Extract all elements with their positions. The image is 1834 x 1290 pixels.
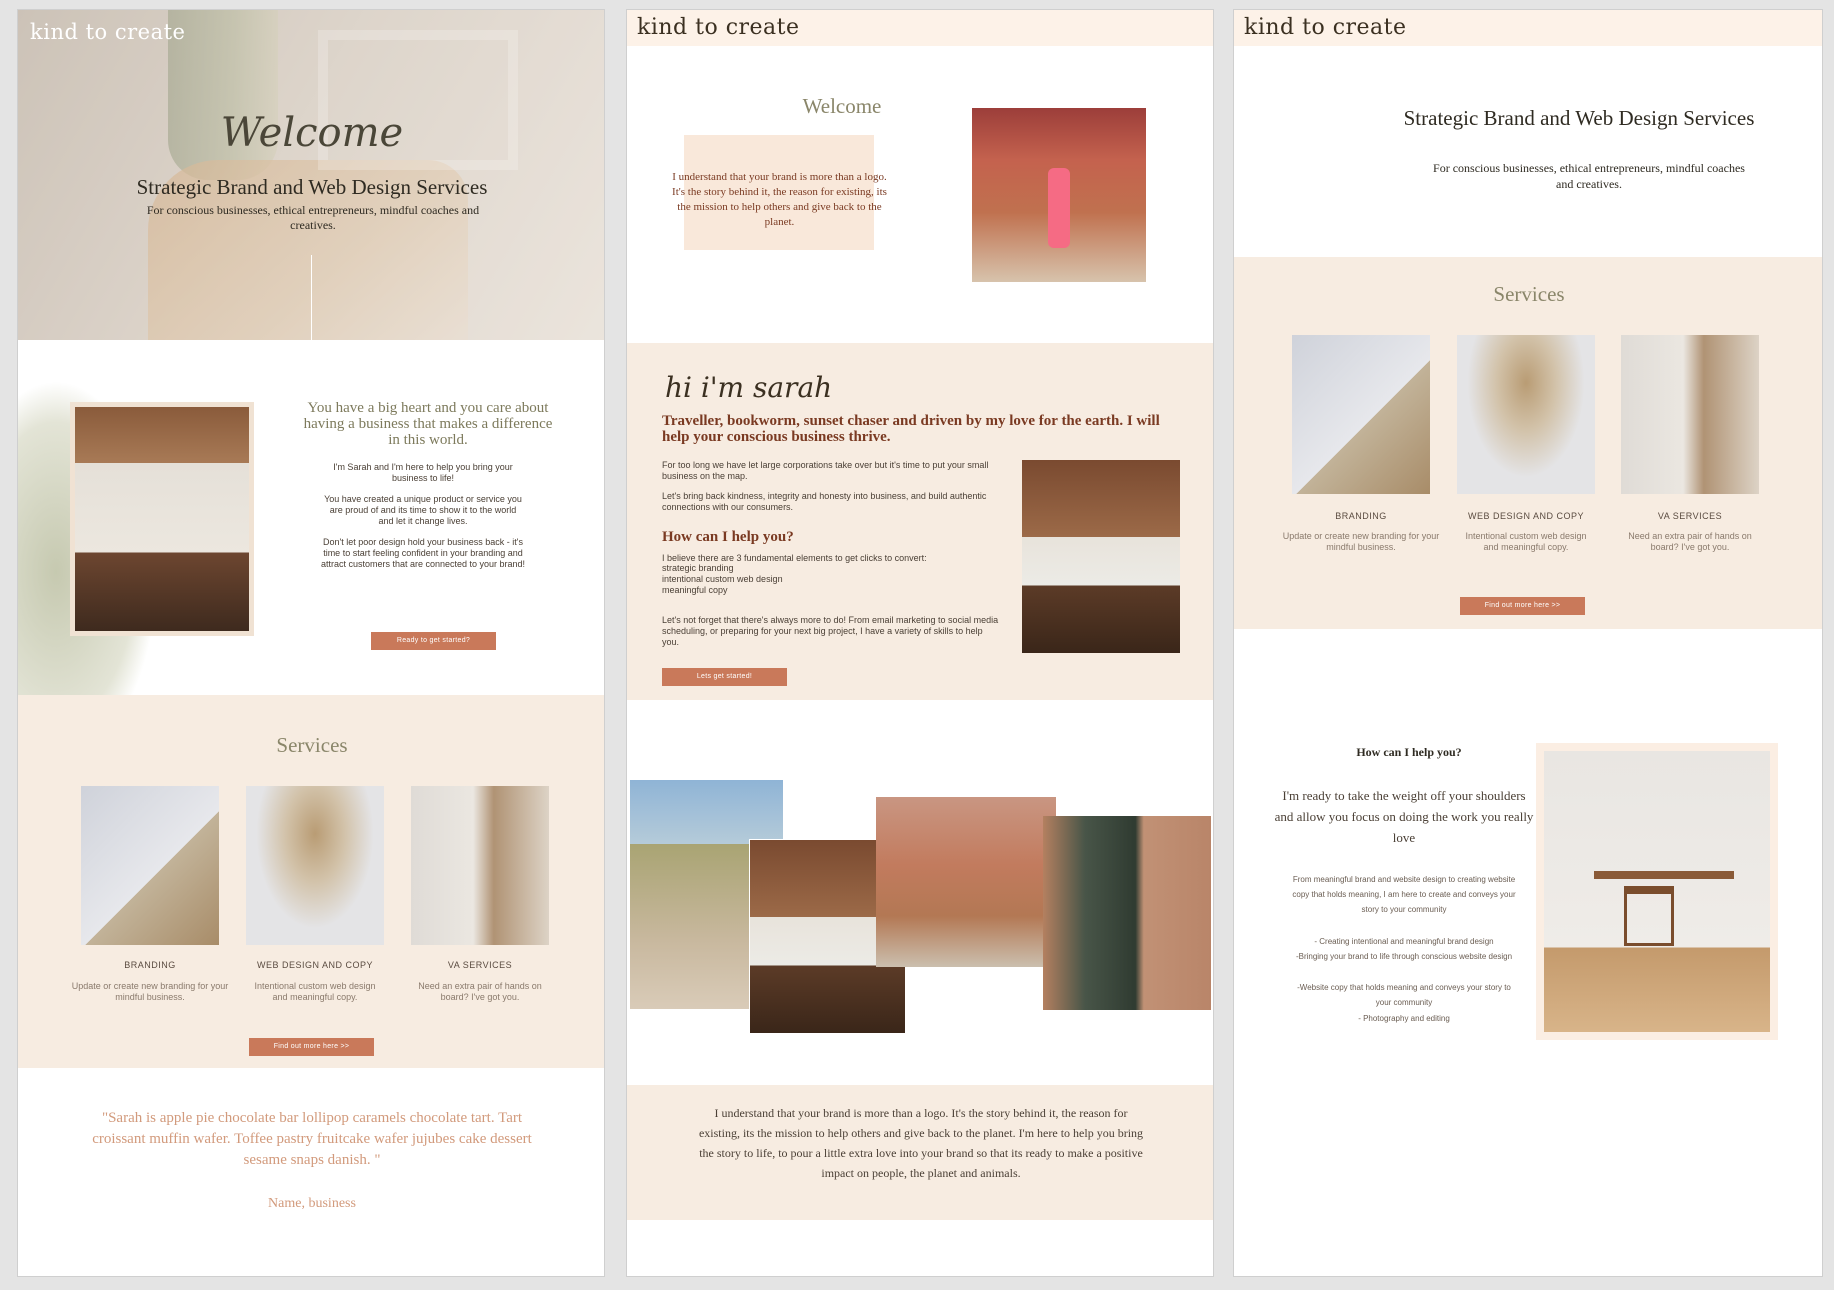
service-title-branding: BRANDING: [124, 960, 176, 970]
brand-logo[interactable]: kind to create: [30, 20, 185, 44]
top-bar: kind to create: [627, 10, 1213, 46]
help-list-item-2: -Bringing your brand to life through con…: [1295, 952, 1513, 961]
web-design-image: [246, 786, 384, 945]
service-text-va: Need an extra pair of hands on board? I'…: [418, 981, 542, 1002]
courtyard-photo: [876, 797, 1056, 967]
mission-text: I understand that your brand is more tha…: [698, 1106, 1144, 1180]
help-list-item-3: -Website copy that holds meaning and con…: [1297, 983, 1511, 1007]
about-headline: Traveller, bookworm, sunset chaser and d…: [662, 413, 1160, 445]
testimonial-author: Name, business: [268, 1196, 356, 1211]
about-paragraph-1: I'm Sarah and I'm here to help you bring…: [333, 462, 513, 483]
about-page-mockup: kind to create Welcome I understand that…: [626, 9, 1214, 1277]
service-title-branding: BRANDING: [1335, 511, 1387, 521]
welcome-text: I understand that your brand is more tha…: [672, 171, 887, 228]
services-section: Services BRANDING WEB DESIGN AND COPY VA…: [18, 695, 604, 1068]
services-title: Services: [1493, 282, 1565, 306]
testimonial-quote: "Sarah is apple pie chocolate bar lollip…: [92, 1110, 532, 1168]
find-out-more-button[interactable]: Find out more here >>: [249, 1038, 374, 1056]
elements-list-item-3: meaningful copy: [662, 585, 728, 595]
hero-section: kind to create Welcome Strategic Brand a…: [18, 10, 604, 340]
how-can-i-help-heading: How can I help you?: [662, 529, 794, 545]
about-paragraph-2: You have created a unique product or ser…: [324, 494, 522, 526]
lets-get-started-button[interactable]: Lets get started!: [662, 668, 787, 686]
sarah-staircase-photo: [70, 402, 254, 636]
branding-image: [1292, 335, 1430, 494]
service-title-web-design: WEB DESIGN AND COPY: [1467, 511, 1585, 521]
web-design-image: [1457, 335, 1595, 494]
hero-divider-line: [311, 255, 312, 340]
service-title-va: VA SERVICES: [447, 960, 513, 970]
service-text-branding: Update or create new branding for your m…: [1282, 531, 1440, 552]
ready-to-get-started-button[interactable]: Ready to get started?: [371, 632, 496, 650]
services-title: Services: [276, 733, 348, 757]
about-p4: Let's not forget that there's always mor…: [662, 615, 999, 647]
service-text-web-design: Intentional custom web design and meanin…: [254, 981, 376, 1002]
service-title-va: VA SERVICES: [1657, 511, 1723, 521]
hi-im-sarah-script: hi i'm sarah: [665, 371, 833, 404]
service-text-branding: Update or create new branding for your m…: [71, 981, 229, 1002]
brand-logo[interactable]: kind to create: [637, 15, 800, 40]
green-door-photo: [1043, 816, 1211, 1010]
desk-chair-photo: [1536, 743, 1778, 1040]
about-paragraph-3: Don't let poor design hold your business…: [320, 537, 526, 569]
service-text-va: Need an extra pair of hands on board? I'…: [1628, 531, 1752, 552]
branding-image: [81, 786, 219, 945]
about-p1: For too long we have let large corporati…: [662, 460, 989, 481]
about-sarah-section: hi i'm sarah Traveller, bookworm, sunset…: [627, 343, 1213, 700]
help-list-item-1: - Creating intentional and meaningful br…: [1314, 937, 1494, 946]
hero-title: Strategic Brand and Web Design Services: [136, 175, 488, 199]
help-lead-text: I'm ready to take the weight off your sh…: [1274, 788, 1534, 845]
homepage-mockup-2: kind to create Strategic Brand and Web D…: [1233, 9, 1823, 1277]
service-title-web-design: WEB DESIGN AND COPY: [256, 960, 374, 970]
sarah-pink-dress-photo: [972, 108, 1146, 282]
page-subtitle: For conscious businesses, ethical entrep…: [1433, 161, 1745, 191]
hero-subtitle: For conscious businesses, ethical entrep…: [146, 203, 480, 232]
help-text: From meaningful brand and website design…: [1292, 875, 1516, 914]
about-section: You have a big heart and you care about …: [18, 340, 604, 700]
va-services-image: [1621, 335, 1759, 494]
elements-list-item-2: intentional custom web design: [662, 574, 783, 584]
service-text-web-design: Intentional custom web design and meanin…: [1465, 531, 1587, 552]
welcome-heading: Welcome: [802, 94, 882, 118]
help-list-item-4: - Photography and editing: [1358, 1014, 1450, 1023]
elements-list-item-1: strategic branding: [662, 563, 734, 573]
about-p2: Let's bring back kindness, integrity and…: [662, 491, 987, 512]
how-can-i-help-heading: How can I help you?: [1356, 745, 1462, 759]
find-out-more-button[interactable]: Find out more here >>: [1460, 597, 1585, 615]
brand-logo[interactable]: kind to create: [1244, 15, 1407, 40]
va-services-image: [411, 786, 549, 945]
sarah-doorway-photo: [1022, 460, 1180, 653]
about-heading: You have a big heart and you care about …: [303, 400, 553, 448]
homepage-mockup-1: kind to create Welcome Strategic Brand a…: [17, 9, 605, 1277]
services-section: Services BRANDING WEB DESIGN AND COPY VA…: [1234, 257, 1822, 629]
hero-script-welcome: Welcome: [220, 110, 404, 156]
page-title: Strategic Brand and Web Design Services: [1403, 106, 1755, 130]
top-bar: kind to create: [1234, 10, 1822, 46]
